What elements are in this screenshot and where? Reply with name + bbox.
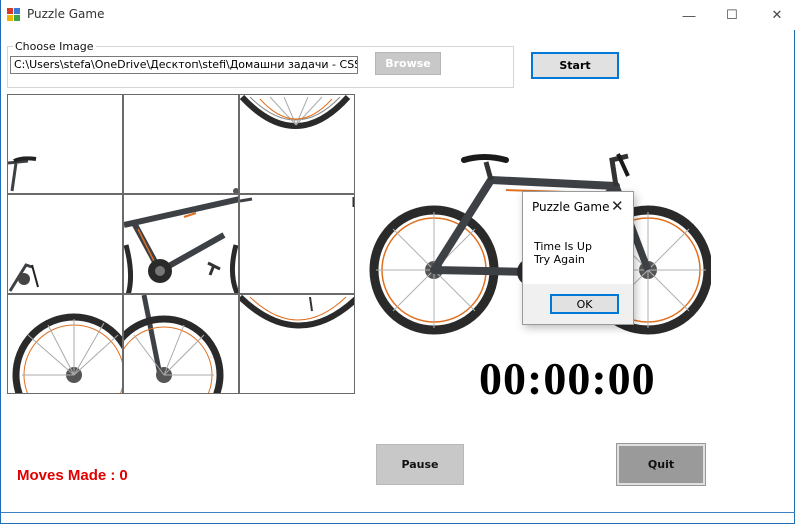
dialog-close-icon[interactable]: ✕ <box>611 197 624 215</box>
moves-counter: Moves Made :0 <box>17 467 128 484</box>
app-icon <box>7 8 21 22</box>
window-bottom-border <box>1 512 795 513</box>
puzzle-tile-5[interactable] <box>123 194 239 294</box>
dialog-title: Puzzle Game <box>532 200 610 214</box>
dialog-footer: OK <box>523 284 633 324</box>
puzzle-tile-1[interactable] <box>7 94 123 194</box>
maximize-icon[interactable]: ☐ <box>709 0 755 30</box>
start-button[interactable]: Start <box>531 52 619 79</box>
quit-button[interactable]: Quit <box>616 443 706 486</box>
puzzle-tile-9[interactable] <box>239 294 355 394</box>
window-title: Puzzle Game <box>27 7 105 21</box>
moves-label: Moves Made : <box>17 467 116 484</box>
dialog-line-1: Time Is Up <box>534 240 592 253</box>
puzzle-tile-4[interactable] <box>7 194 123 294</box>
time-up-dialog: Puzzle Game ✕ Time Is Up Try Again OK <box>522 191 634 325</box>
title-bar: Puzzle Game — ☐ ✕ <box>1 0 795 30</box>
moves-count: 0 <box>119 467 128 484</box>
close-icon[interactable]: ✕ <box>754 0 795 30</box>
minimize-icon[interactable]: — <box>666 0 712 30</box>
puzzle-tile-8[interactable] <box>123 294 239 394</box>
puzzle-tile-6[interactable] <box>239 194 355 294</box>
puzzle-tile-3[interactable] <box>239 94 355 194</box>
puzzle-tile-7[interactable] <box>7 294 123 394</box>
puzzle-game-window: Puzzle Game — ☐ ✕ Choose Image C:\Users\… <box>0 0 795 524</box>
dialog-message: Time Is Up Try Again <box>534 240 592 266</box>
image-path-field[interactable]: C:\Users\stefa\OneDrive\Десктоп\stefi\До… <box>10 56 358 74</box>
ok-button[interactable]: OK <box>550 294 619 314</box>
pause-button[interactable]: Pause <box>376 444 464 485</box>
dialog-line-2: Try Again <box>534 253 585 266</box>
browse-button[interactable]: Browse <box>375 52 441 75</box>
puzzle-tile-2[interactable] <box>123 94 239 194</box>
timer-display: 00:00:00 <box>479 353 656 404</box>
choose-image-label: Choose Image <box>13 40 96 53</box>
